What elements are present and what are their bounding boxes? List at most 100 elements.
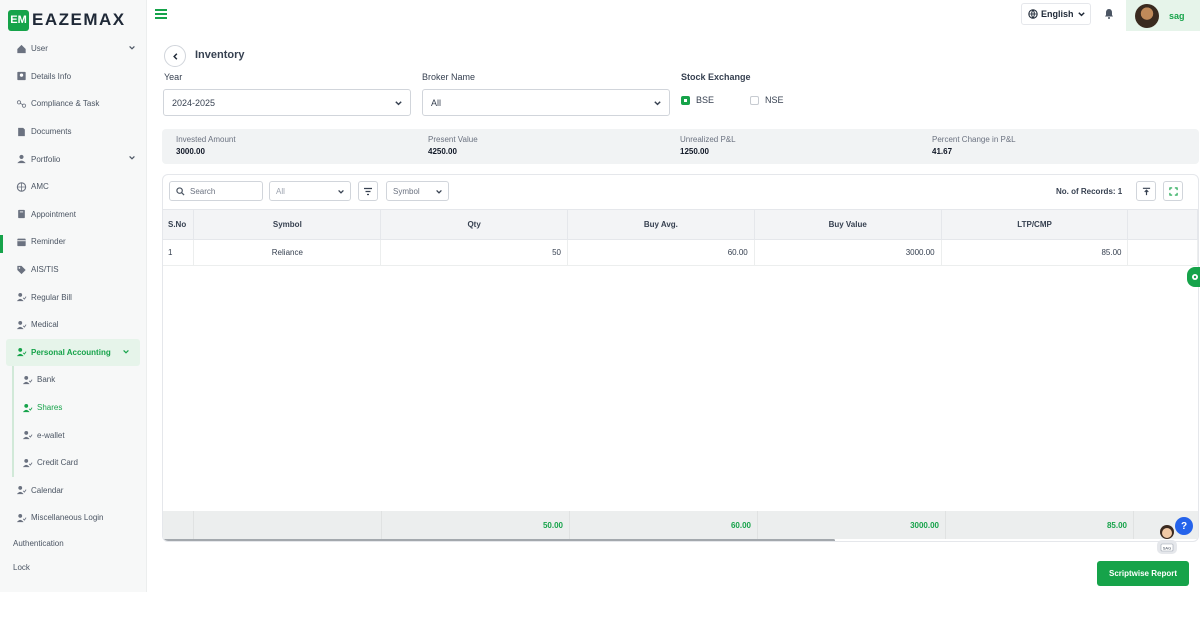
column-select[interactable]: Symbol (386, 181, 449, 201)
inventory-grid: Search All Symbol No. of Records: 1 S.No… (162, 174, 1199, 542)
sidebar-item-amc[interactable]: AMC (0, 173, 146, 201)
table-header-row: S.No Symbol Qty Buy Avg. Buy Value LTP/C… (163, 209, 1198, 240)
cell-ltp-cmp: 85.00 (941, 239, 1129, 266)
column-header-buy-avg[interactable]: Buy Avg. (567, 209, 755, 240)
chevron-down-icon (338, 189, 344, 194)
column-header-qty[interactable]: Qty (380, 209, 568, 240)
summary-value: 3000.00 (176, 147, 205, 156)
user-menu[interactable]: sag (1126, 0, 1200, 31)
user-check-icon (22, 375, 33, 385)
sidebar-item-details-info[interactable]: Details Info (0, 63, 146, 91)
bse-label: BSE (696, 95, 715, 105)
sidebar-item-user[interactable]: User (0, 35, 146, 63)
broker-value: All (431, 97, 442, 108)
year-select[interactable]: 2024-2025 (163, 89, 411, 116)
document-icon (16, 127, 27, 137)
filter-icon (364, 187, 372, 195)
sidebar-item-label: Compliance & Task (31, 99, 100, 109)
scriptwise-report-button[interactable]: Scriptwise Report (1097, 561, 1189, 586)
broker-select[interactable]: All (422, 89, 670, 116)
filter-button[interactable] (358, 181, 378, 201)
year-label: Year (164, 72, 183, 82)
home-icon (16, 44, 27, 54)
sidebar-item-label: Bank (37, 375, 56, 385)
fullscreen-button[interactable] (1163, 181, 1183, 201)
cell-overflow (1127, 239, 1198, 266)
sidebar-item-miscellaneous-login[interactable]: Miscellaneous Login (0, 504, 146, 532)
summary-label: Unrealized P&L (680, 135, 736, 144)
sidebar-subitem-bank[interactable]: Bank (14, 366, 146, 394)
help-badge-text: SAG (1163, 546, 1171, 551)
summary-unrealized-pl: Unrealized P&L 1250.00 (680, 135, 736, 156)
table-row[interactable]: 1 Reliance 50 60.00 3000.00 85.00 (163, 239, 1198, 266)
chevron-down-icon (129, 156, 135, 161)
sidebar-item-ais-tis[interactable]: AIS/TIS (0, 256, 146, 284)
horizontal-scrollbar[interactable] (163, 539, 835, 541)
reminder-icon (16, 237, 27, 247)
nse-checkbox[interactable] (750, 95, 760, 105)
sidebar-subitem-shares[interactable]: Shares (14, 394, 146, 422)
cell-qty: 50 (380, 239, 568, 266)
logo-text: EAZEMAX (32, 10, 126, 29)
sidebar-item-medical[interactable]: Medical (0, 311, 146, 339)
bse-checkbox[interactable] (681, 95, 690, 105)
sidebar-item-label: Regular Bill (31, 292, 72, 302)
cell-symbol: Reliance (193, 239, 382, 266)
column-header-ltp-cmp[interactable]: LTP/CMP (941, 209, 1129, 240)
sidebar-item-calendar[interactable]: Calendar (0, 477, 146, 505)
sidebar-item-compliance-task[interactable]: Compliance & Task (0, 90, 146, 118)
app-logo[interactable]: EM EAZEMAX (8, 8, 126, 32)
column-header-symbol[interactable]: Symbol (193, 209, 382, 240)
sidebar-item-reminder[interactable]: Reminder (0, 228, 146, 256)
sidebar-item-label: Reminder (31, 237, 66, 247)
chevron-left-icon (172, 52, 177, 60)
notification-bell-icon[interactable] (1104, 8, 1114, 19)
sidebar-item-documents[interactable]: Documents (0, 118, 146, 146)
sidebar-subitem-credit-card[interactable]: Credit Card (14, 449, 146, 477)
user-icon (16, 154, 27, 164)
tasks-icon (16, 99, 27, 109)
filter-select[interactable]: All (269, 181, 351, 201)
sidebar-item-lock[interactable]: Lock (0, 556, 146, 580)
settings-gear-tab[interactable] (1187, 267, 1200, 287)
hamburger-menu-icon[interactable] (155, 8, 167, 20)
fullscreen-icon (1168, 186, 1178, 196)
sidebar-item-authentication[interactable]: Authentication (0, 532, 146, 556)
user-check-icon (16, 513, 27, 523)
sidebar: EM EAZEMAX User Details Info Compliance … (0, 0, 147, 592)
total-qty: 50.00 (382, 511, 570, 539)
export-button[interactable] (1136, 181, 1156, 201)
exchange-options: BSE NSE (681, 95, 784, 105)
id-card-icon (16, 71, 27, 81)
summary-label: Percent Change in P&L (932, 135, 1016, 144)
chevron-down-icon (436, 189, 442, 194)
summary-value: 41.67 (932, 147, 953, 156)
sidebar-item-regular-bill[interactable]: Regular Bill (0, 283, 146, 311)
language-selector[interactable]: English (1021, 3, 1091, 25)
back-button[interactable] (164, 45, 186, 67)
user-check-icon (16, 347, 27, 357)
help-button[interactable]: ? (1175, 517, 1193, 535)
page-title: Inventory (195, 49, 245, 61)
sidebar-item-label: Shares (37, 403, 63, 413)
summary-label: Present Value (428, 135, 478, 144)
column-header-sno[interactable]: S.No (163, 209, 195, 240)
grid-toolbar: Search All Symbol No. of Records: 1 (163, 175, 1198, 209)
cell-sno: 1 (163, 239, 195, 266)
avatar (1135, 3, 1159, 28)
sidebar-subitem-e-wallet[interactable]: e-wallet (14, 421, 146, 449)
sidebar-item-label: Portfolio (31, 154, 61, 164)
search-input[interactable]: Search (169, 181, 263, 201)
globe-icon (16, 182, 27, 192)
column-header-buy-value[interactable]: Buy Value (754, 209, 942, 240)
sidebar-submenu: Bank Shares e-wallet Credit Card (12, 366, 146, 477)
sidebar-item-portfolio[interactable]: Portfolio (0, 145, 146, 173)
sidebar-item-label: AMC (31, 182, 49, 192)
total-ltp-cmp: 85.00 (946, 511, 1134, 539)
topbar: English sag (147, 0, 1200, 31)
sidebar-item-personal-accounting[interactable]: Personal Accounting (6, 338, 140, 367)
totals-row: 50.00 60.00 3000.00 85.00 (163, 511, 1198, 539)
sidebar-item-appointment[interactable]: Appointment (0, 201, 146, 229)
export-icon (1142, 187, 1150, 195)
summary-value: 4250.00 (428, 147, 457, 156)
